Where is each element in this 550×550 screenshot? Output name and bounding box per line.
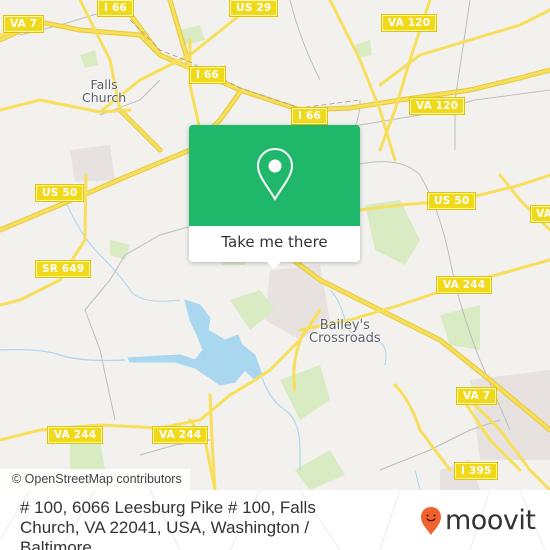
popup-header [189, 125, 360, 226]
moovit-logo[interactable]: moovit [420, 504, 536, 538]
map-attribution[interactable]: © OpenStreetMap contributors [0, 469, 190, 490]
shield-va120-top: VA 120 [380, 14, 438, 32]
location-popup: Take me there [189, 125, 360, 269]
map-pin-icon [256, 147, 294, 201]
popup-pointer [266, 261, 282, 269]
moovit-wordmark: moovit [445, 505, 536, 536]
place-label-baileys-crossroads: Bailey's Crossroads [309, 319, 381, 345]
shield-i66-mid: I 66 [189, 66, 226, 84]
address-text: # 100, 6066 Leesburg Pike # 100, Falls C… [20, 498, 316, 550]
shield-va244-mid: VA 244 [151, 426, 209, 444]
shield-va244-left: VA 244 [46, 426, 104, 444]
map-view[interactable]: Falls Church Bailey's Crossroads I 66 US… [0, 0, 550, 490]
moovit-smiley-pin-icon [421, 507, 441, 535]
shield-i66-top: I 66 [97, 0, 134, 17]
shield-va120-right: VA 120 [408, 97, 466, 115]
shield-va244-right: VA 244 [435, 276, 493, 294]
shield-i395: I 395 [453, 462, 499, 480]
shield-va7-right: VA 7 [455, 387, 498, 405]
place-label-line: Crossroads [309, 331, 381, 346]
place-label-falls-church: Falls Church [82, 78, 126, 104]
shield-sr649: SR 649 [34, 260, 92, 278]
take-me-there-button[interactable]: Take me there [189, 226, 360, 262]
shield-i66-center: I 66 [291, 107, 328, 125]
footer: # 100, 6066 Leesburg Pike # 100, Falls C… [0, 490, 550, 550]
shield-va7-left: VA 7 [2, 15, 45, 33]
shield-us50-right: US 50 [426, 192, 477, 210]
shield-us29: US 29 [228, 0, 279, 17]
place-label-line: Church [82, 90, 127, 105]
railway [129, 19, 361, 109]
shield-us50-left: US 50 [34, 184, 85, 202]
shield-va-edge: VA [530, 205, 550, 223]
